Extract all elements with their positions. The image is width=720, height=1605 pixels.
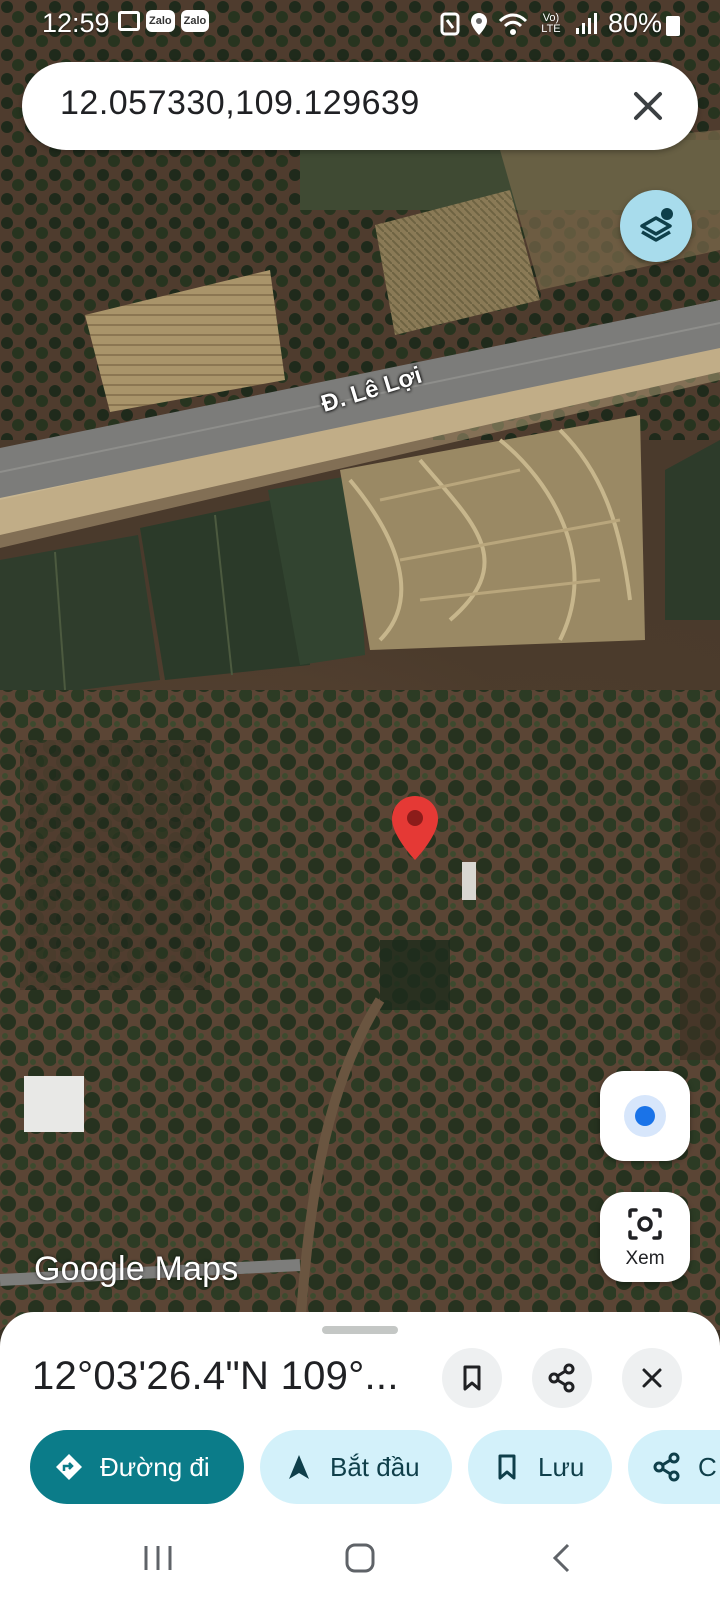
system-icons: Vo) LTE 80% [440,8,662,39]
battery-percent: 80% [607,8,662,38]
battery-icon [666,16,680,36]
sheet-drag-handle[interactable] [322,1326,398,1334]
back-icon[interactable] [542,1540,582,1576]
location-pin-icon[interactable] [390,794,440,862]
start-label: Bắt đầu [330,1451,420,1482]
my-location-button[interactable] [600,1071,690,1161]
system-navigation-bar [0,1512,720,1605]
share-button[interactable]: C [628,1430,720,1504]
lens-icon [628,1208,662,1240]
save-label: Lưu [538,1451,585,1482]
location-icon [470,12,487,35]
status-time: 12:59 [42,8,110,38]
start-navigation-button[interactable]: Bắt đầu [260,1430,452,1504]
save-button[interactable]: Lưu [468,1430,612,1504]
google-maps-watermark: Google Maps [34,1250,239,1288]
share-icon [548,1363,575,1393]
clear-search-icon[interactable] [624,82,672,130]
gallery-icon [118,11,140,31]
my-location-dot-icon [635,1106,655,1126]
close-sheet-button[interactable] [622,1348,682,1408]
search-query[interactable]: 12.057330,109.129639 [60,84,420,123]
navigation-arrow-icon [289,1455,309,1479]
bookmark-icon [463,1365,481,1391]
place-bottom-sheet[interactable]: 12°03'26.4"N 109°... Đường đi Bắt đầu Lư… [0,1312,720,1512]
nfc-icon [440,12,460,35]
share-icon [653,1452,680,1482]
bookmark-icon [498,1454,516,1480]
share-label: C [698,1451,717,1482]
place-title: 12°03'26.4"N 109°... [32,1354,399,1398]
directions-button[interactable]: Đường đi [30,1430,244,1504]
map-layers-button[interactable] [620,190,692,262]
view-button-label: Xem [625,1248,665,1269]
zalo-icon: Zalo [180,10,210,32]
home-icon[interactable] [340,1540,380,1576]
directions-icon [56,1454,82,1480]
share-place-button[interactable] [532,1348,592,1408]
save-place-button[interactable] [442,1348,502,1408]
recent-apps-icon[interactable] [138,1540,178,1576]
notification-icons: Zalo Zalo [118,10,210,32]
wifi-icon [498,13,528,35]
zalo-icon: Zalo [146,10,175,32]
directions-label: Đường đi [100,1451,210,1482]
status-bar: 12:59 Zalo Zalo Vo) LTE 80% [0,0,720,48]
action-chips: Đường đi Bắt đầu Lưu C [30,1430,720,1506]
search-bar[interactable]: 12.057330,109.129639 [22,62,698,150]
signal-icon [575,12,597,34]
layers-icon [640,208,673,242]
close-icon [642,1368,662,1388]
volte-icon: Vo) LTE [541,11,561,35]
view-button[interactable]: Xem [600,1192,690,1282]
